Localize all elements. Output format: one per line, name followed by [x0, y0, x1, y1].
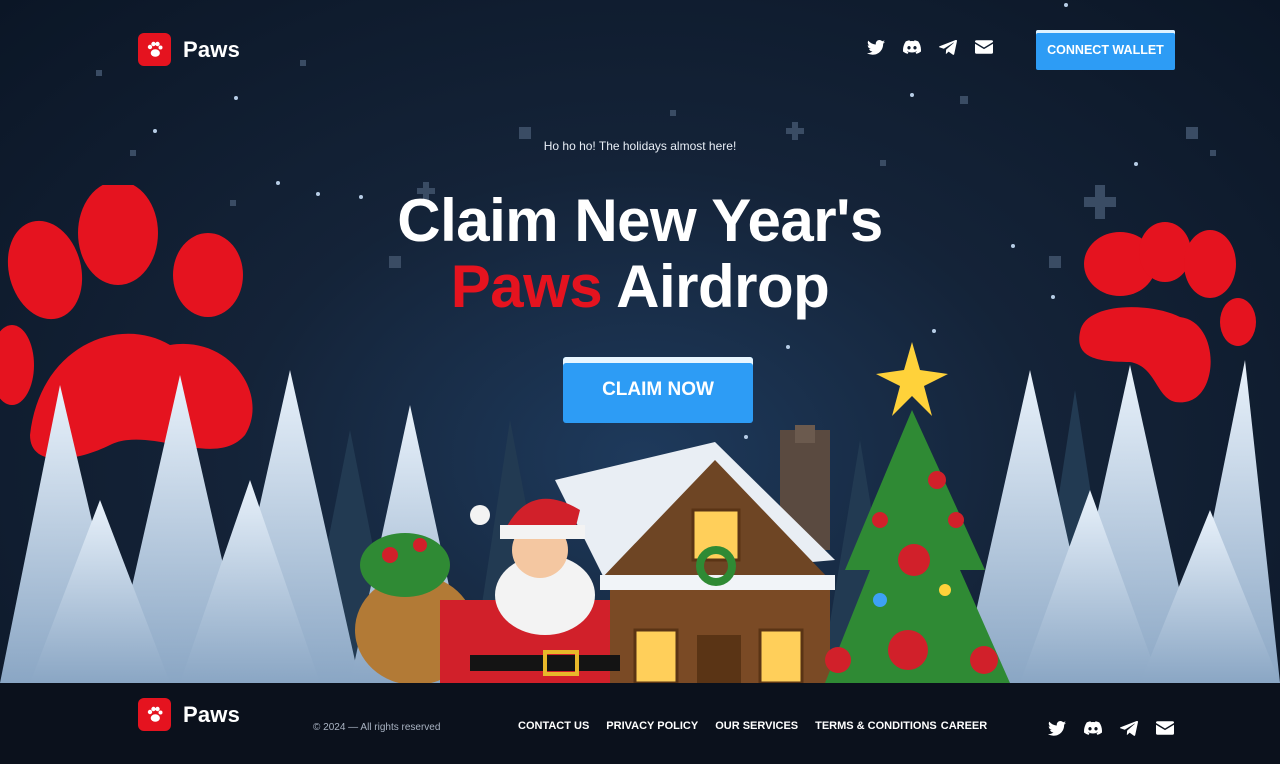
site-header: Paws CONNECT WALLET	[0, 0, 1280, 100]
footer-link-contact-us[interactable]: CONTACT US	[518, 720, 589, 732]
claim-now-button[interactable]: CLAIM NOW	[563, 357, 753, 423]
footer-social-links	[1048, 719, 1174, 737]
paw-icon	[138, 33, 171, 66]
footer-link-our-services[interactable]: OUR SERVICES	[715, 720, 798, 732]
mail-icon[interactable]	[975, 38, 993, 56]
headline-accent: Paws	[450, 253, 603, 320]
brand-logo[interactable]: Paws	[138, 33, 240, 66]
footer-link-privacy-policy[interactable]: PRIVACY POLICY	[606, 720, 698, 732]
copyright-text: © 2024 — All rights reserved	[313, 722, 441, 733]
mail-icon[interactable]	[1156, 719, 1174, 737]
connect-wallet-button[interactable]: CONNECT WALLET	[1036, 30, 1175, 70]
footer-brand-name: Paws	[183, 701, 241, 727]
landing-page: Paws CONNECT WALLET Ho ho ho! The holida…	[0, 0, 1280, 764]
header-social-links	[867, 38, 993, 56]
telegram-icon[interactable]	[939, 38, 957, 56]
hero-kicker: Ho ho ho! The holidays almost here!	[543, 139, 737, 153]
discord-icon[interactable]	[903, 38, 921, 56]
site-footer: Paws © 2024 — All rights reserved CONTAC…	[0, 683, 1280, 764]
twitter-icon[interactable]	[1048, 719, 1066, 737]
headline-rest: Airdrop	[602, 253, 830, 320]
telegram-icon[interactable]	[1120, 719, 1138, 737]
footer-link-terms-conditions[interactable]: TERMS & CONDITIONS	[815, 720, 937, 732]
discord-icon[interactable]	[1084, 719, 1102, 737]
paw-icon	[138, 698, 171, 731]
snow-background	[96, 3, 1216, 439]
footer-brand-logo[interactable]: Paws	[138, 698, 240, 731]
footer-link-career[interactable]: CAREER	[941, 720, 987, 732]
hero-headline: Claim New Year's Paws Airdrop	[0, 188, 1280, 320]
headline-line-1: Claim New Year's	[397, 187, 883, 254]
footer-nav: CONTACT US PRIVACY POLICY OUR SERVICES T…	[518, 720, 987, 732]
twitter-icon[interactable]	[867, 38, 885, 56]
brand-name: Paws	[183, 36, 241, 62]
